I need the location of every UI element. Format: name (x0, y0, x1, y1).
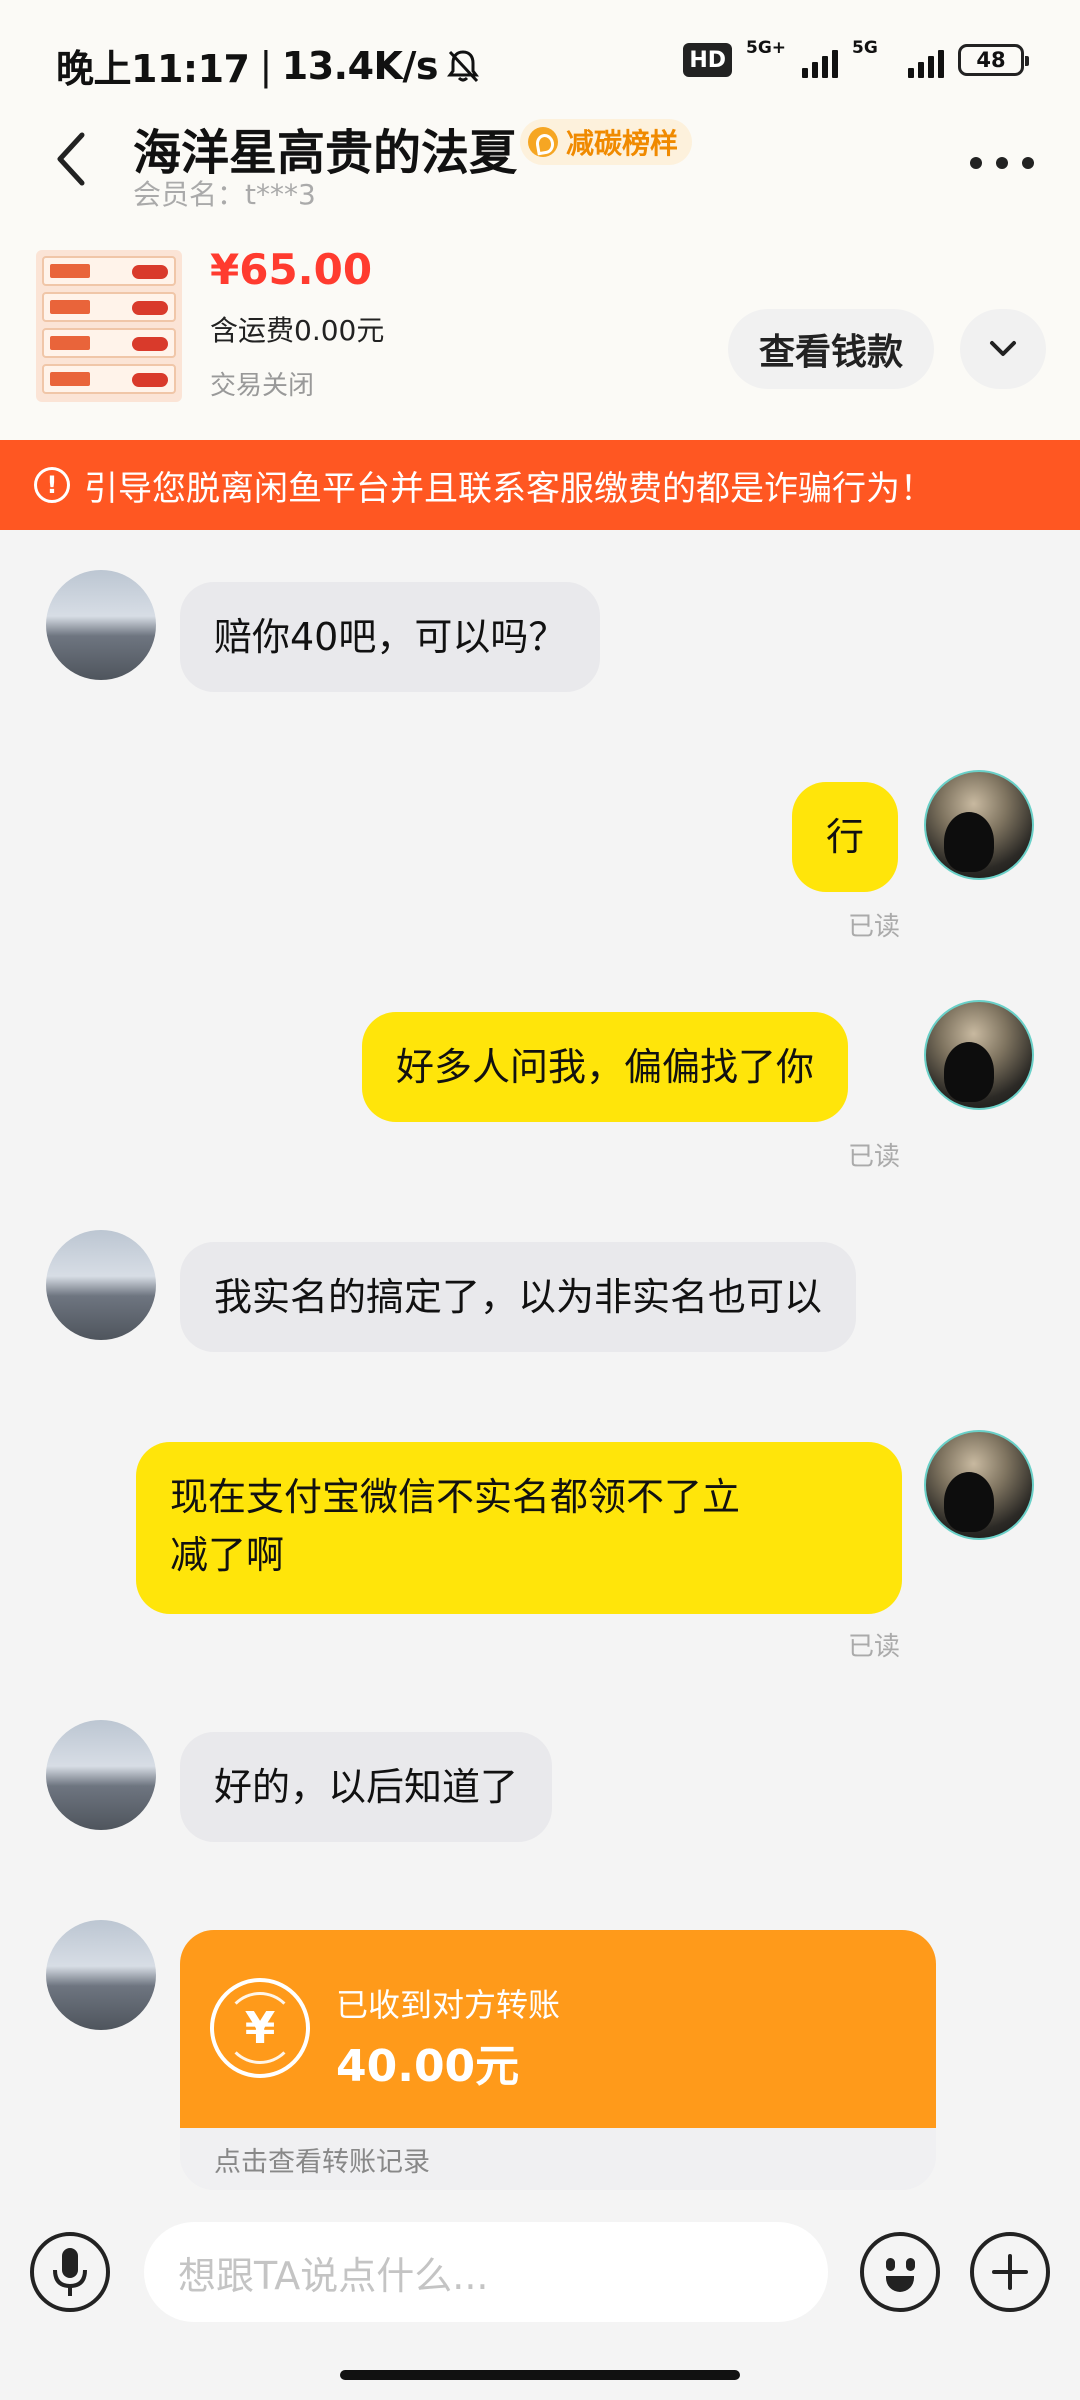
avatar-other[interactable] (46, 1920, 156, 2030)
message-bubble-received[interactable]: 我实名的搞定了，以为非实名也可以 (180, 1242, 857, 1352)
battery-level: 48 (976, 48, 1006, 72)
microphone-icon[interactable] (30, 2232, 110, 2312)
transfer-card[interactable]: ¥ 已收到对方转账 40.00元 点击查看转账记录 (180, 1930, 936, 2190)
warning-text: 引导您脱离闲鱼平台并且联系客服缴费的都是诈骗行为！ (84, 468, 934, 509)
message-input[interactable]: 想跟TA说点什么... (144, 2222, 828, 2322)
member-name: 会员名：t***3 (133, 178, 316, 211)
sim2-label: 5G (852, 38, 878, 58)
message-bubble-sent[interactable]: 行 (792, 782, 899, 892)
message-line-1: 现在支付宝微信不实名都领不了立 (170, 1475, 741, 1519)
status-separator: | (259, 43, 272, 88)
transfer-amount: 40.00元 (336, 2041, 520, 2092)
product-shipping: 含运费0.00元 (210, 314, 385, 347)
yuan-transfer-icon: ¥ (210, 1978, 310, 2078)
status-right: HD 5G+ 5G 48 (683, 38, 1029, 80)
product-thumbnail[interactable] (36, 250, 182, 402)
read-receipt: 已读 (848, 912, 901, 942)
signal-icon: 5G+ (746, 38, 838, 78)
product-price: ¥65.00 (210, 245, 373, 294)
carbon-badge-label: 减碳榜样 (566, 127, 679, 160)
chevron-down-icon (990, 341, 1016, 356)
message-bubble-sent[interactable]: 现在支付宝微信不实名都领不了立 减了啊 (136, 1442, 902, 1614)
transfer-record-link[interactable]: 点击查看转账记录 (214, 2140, 430, 2179)
back-button[interactable] (44, 127, 98, 191)
transfer-title: 已收到对方转账 (336, 1986, 561, 2024)
expand-button[interactable] (960, 309, 1046, 389)
sim1-label: 5G+ (746, 38, 787, 58)
avatar-self[interactable] (924, 770, 1034, 880)
message-input-placeholder: 想跟TA说点什么... (178, 2253, 489, 2298)
message-bubble-received[interactable]: 赔你40吧，可以吗？ (180, 582, 601, 692)
avatar-self[interactable] (924, 1000, 1034, 1110)
avatar-self[interactable] (924, 1430, 1034, 1540)
avatar-other[interactable] (46, 570, 156, 680)
carbon-badge[interactable]: 减碳榜样 (520, 119, 693, 165)
read-receipt: 已读 (848, 1142, 901, 1172)
status-bar: 晚上11:17 | 13.4K/s HD 5G+ 5G 48 (0, 0, 1080, 120)
emoji-icon[interactable] (860, 2232, 940, 2312)
avatar-other[interactable] (46, 1720, 156, 1830)
battery-icon: 48 (958, 44, 1029, 76)
transfer-card-body[interactable]: ¥ 已收到对方转账 40.00元 (180, 1930, 936, 2128)
chat-area[interactable]: 赔你40吧，可以吗？ 行 已读 好多人问我，偏偏找了你 已读 我实名的搞定了，以… (0, 530, 1080, 2210)
message-bubble-sent[interactable]: 好多人问我，偏偏找了你 (362, 1012, 849, 1122)
input-bar: 想跟TA说点什么... (0, 2200, 1080, 2400)
trade-status: 交易关闭 (210, 371, 315, 401)
signal-icon-2: 5G (852, 38, 944, 78)
home-indicator[interactable] (340, 2370, 740, 2380)
plus-icon[interactable] (970, 2232, 1050, 2312)
top-section: 晚上11:17 | 13.4K/s HD 5G+ 5G 48 海洋星高贵的法夏 … (0, 0, 1080, 440)
fraud-warning-banner: ! 引导您脱离闲鱼平台并且联系客服缴费的都是诈骗行为！ (0, 440, 1080, 530)
product-card[interactable]: ¥65.00 含运费0.00元 交易关闭 查看钱款 (0, 235, 1080, 415)
net-speed: 13.4K/s (281, 43, 439, 88)
status-left: 晚上11:17 | 13.4K/s (56, 38, 480, 93)
bell-off-icon (446, 49, 479, 82)
leaf-icon (528, 127, 558, 157)
message-line-2: 减了啊 (170, 1533, 285, 1577)
chevron-left-icon (57, 132, 85, 186)
warning-icon: ! (34, 467, 70, 503)
more-icon[interactable] (970, 143, 1034, 183)
hd-badge: HD (683, 43, 732, 77)
avatar-other[interactable] (46, 1230, 156, 1340)
view-money-button[interactable]: 查看钱款 (728, 309, 934, 389)
nav-bar: 海洋星高贵的法夏 减碳榜样 会员名：t***3 (0, 105, 1080, 215)
message-bubble-received[interactable]: 好的，以后知道了 (180, 1732, 553, 1842)
mic-glyph (53, 2248, 87, 2296)
chat-screen: 晚上11:17 | 13.4K/s HD 5G+ 5G 48 海洋星高贵的法夏 … (0, 0, 1080, 2400)
read-receipt: 已读 (848, 1632, 901, 1662)
status-time: 晚上11:17 (56, 47, 250, 91)
